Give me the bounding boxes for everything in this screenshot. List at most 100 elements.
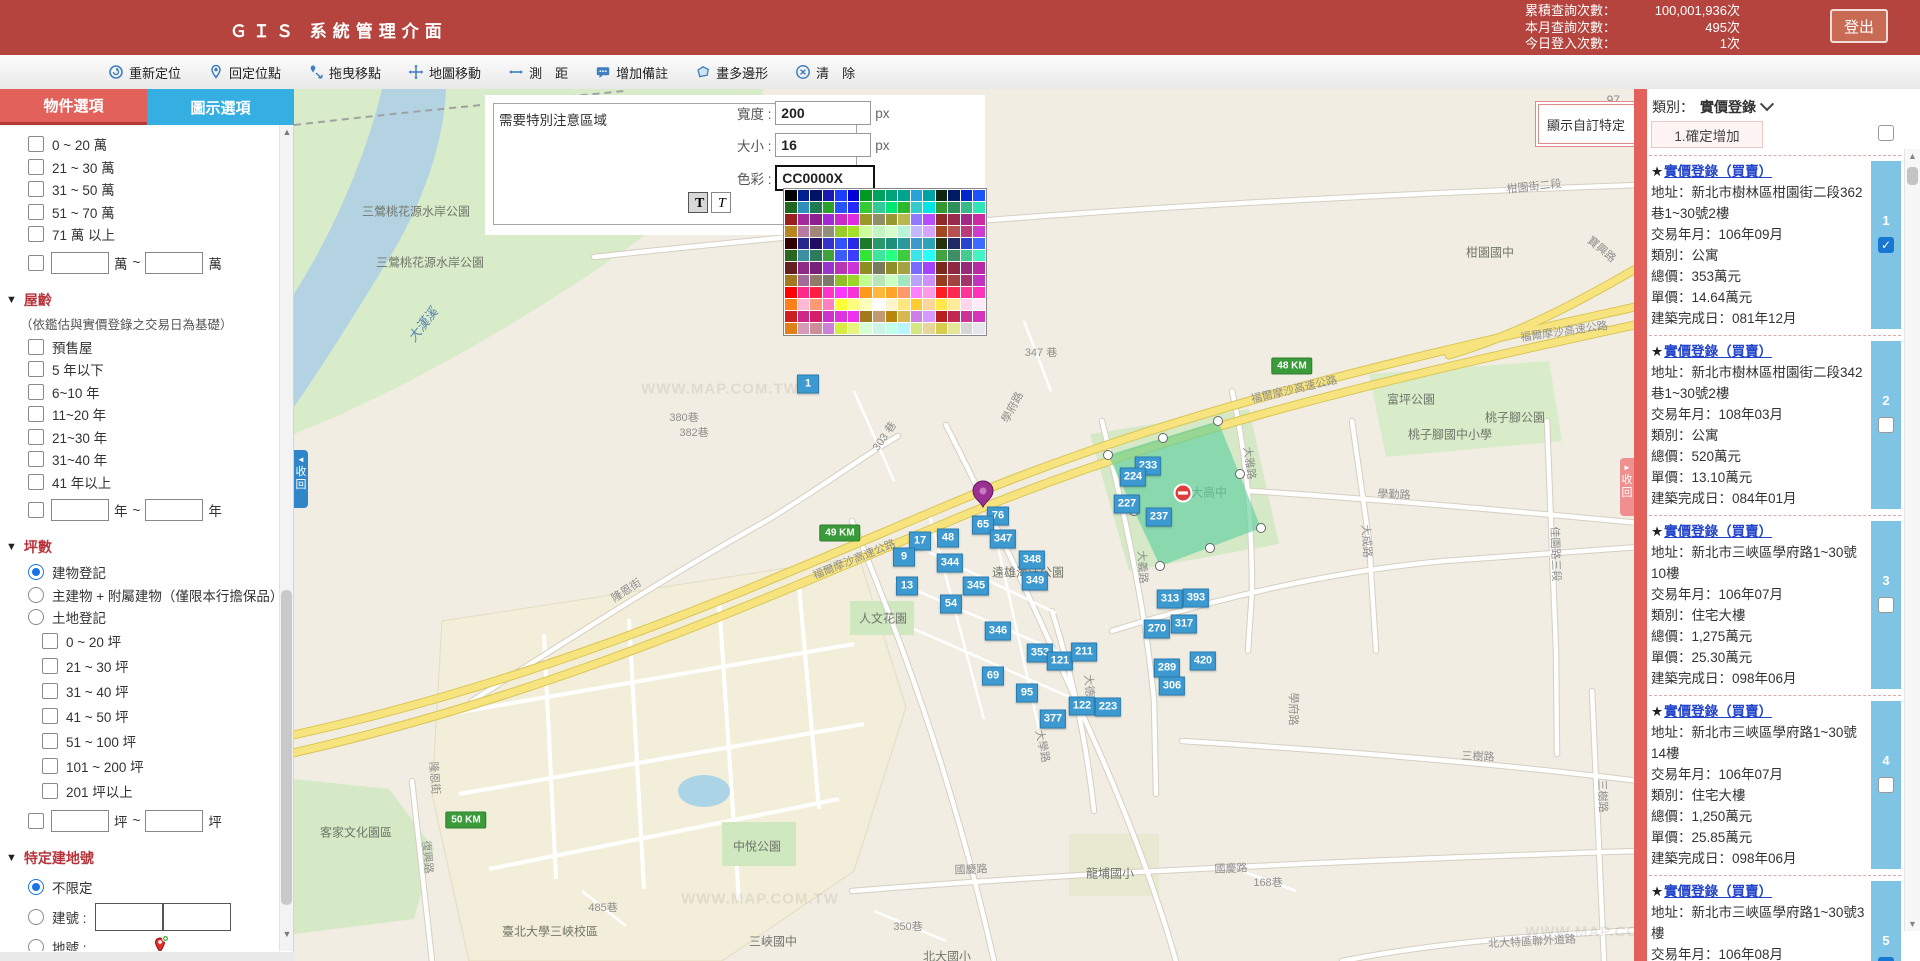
palette-color-swatch[interactable] — [810, 226, 822, 237]
palette-color-swatch[interactable] — [886, 299, 898, 310]
palette-color-swatch[interactable] — [923, 214, 935, 225]
palette-color-swatch[interactable] — [785, 190, 797, 201]
palette-color-swatch[interactable] — [936, 262, 948, 273]
palette-color-swatch[interactable] — [798, 202, 810, 213]
palette-color-swatch[interactable] — [823, 238, 835, 249]
toolbar-add-note[interactable]: 增加備註 — [595, 63, 668, 82]
map-marker-346[interactable]: 346 — [985, 622, 1011, 641]
palette-color-swatch[interactable] — [798, 275, 810, 286]
italic-button[interactable]: T — [711, 192, 731, 213]
palette-color-swatch[interactable] — [848, 323, 860, 334]
toolbar-draw-polygon[interactable]: 畫多邊形 — [695, 63, 768, 82]
palette-color-swatch[interactable] — [973, 190, 985, 201]
checkbox-area[interactable] — [42, 733, 58, 749]
palette-color-swatch[interactable] — [936, 299, 948, 310]
palette-color-swatch[interactable] — [948, 226, 960, 237]
palette-color-swatch[interactable] — [886, 202, 898, 213]
radio-area[interactable] — [28, 564, 44, 580]
map-marker-317[interactable]: 317 — [1171, 615, 1197, 634]
palette-color-swatch[interactable] — [823, 226, 835, 237]
palette-color-swatch[interactable] — [948, 250, 960, 261]
palette-color-swatch[interactable] — [785, 311, 797, 322]
range-min-input[interactable] — [51, 252, 109, 274]
listing-checkbox[interactable]: ✓ — [1878, 957, 1894, 961]
palette-color-swatch[interactable] — [848, 250, 860, 261]
landno-input[interactable] — [163, 903, 231, 931]
palette-color-swatch[interactable] — [936, 202, 948, 213]
map-marker-306[interactable]: 306 — [1159, 677, 1185, 696]
palette-color-swatch[interactable] — [873, 262, 885, 273]
palette-color-swatch[interactable] — [973, 202, 985, 213]
palette-color-swatch[interactable] — [835, 275, 847, 286]
select-all-checkbox[interactable] — [1878, 125, 1894, 141]
palette-color-swatch[interactable] — [848, 238, 860, 249]
palette-color-swatch[interactable] — [923, 311, 935, 322]
palette-color-swatch[interactable] — [860, 238, 872, 249]
polygon-handle[interactable] — [1206, 544, 1215, 553]
listing-link[interactable]: 實價登錄（買賣） — [1664, 344, 1772, 359]
palette-color-swatch[interactable] — [948, 202, 960, 213]
radio-landno[interactable] — [28, 879, 44, 895]
palette-color-swatch[interactable] — [798, 190, 810, 201]
palette-color-swatch[interactable] — [911, 202, 923, 213]
map-marker-211[interactable]: 211 — [1071, 643, 1097, 662]
palette-color-swatch[interactable] — [860, 214, 872, 225]
palette-color-swatch[interactable] — [923, 202, 935, 213]
palette-color-swatch[interactable] — [961, 287, 973, 298]
palette-color-swatch[interactable] — [923, 287, 935, 298]
palette-color-swatch[interactable] — [823, 262, 835, 273]
palette-color-swatch[interactable] — [936, 226, 948, 237]
listing-link[interactable]: 實價登錄（買賣） — [1664, 704, 1772, 719]
palette-color-swatch[interactable] — [961, 299, 973, 310]
collapse-triangle-icon[interactable]: ▼ — [6, 294, 17, 306]
palette-color-swatch[interactable] — [835, 299, 847, 310]
listing-link[interactable]: 實價登錄（買賣） — [1664, 164, 1772, 179]
palette-color-swatch[interactable] — [961, 226, 973, 237]
palette-color-swatch[interactable] — [860, 226, 872, 237]
map-marker-345[interactable]: 345 — [963, 577, 989, 596]
palette-color-swatch[interactable] — [886, 262, 898, 273]
radio-area[interactable] — [28, 609, 44, 625]
polygon-handle[interactable] — [1156, 562, 1165, 571]
map-marker-48[interactable]: 48 — [937, 529, 959, 548]
logout-button[interactable]: 登出 — [1830, 9, 1888, 43]
palette-color-swatch[interactable] — [798, 250, 810, 261]
checkbox-age-custom[interactable] — [28, 502, 44, 518]
checkbox-area-custom[interactable] — [28, 813, 44, 829]
palette-color-swatch[interactable] — [973, 214, 985, 225]
checkbox-area[interactable] — [42, 658, 58, 674]
scroll-down-icon[interactable]: ▼ — [280, 927, 294, 941]
palette-color-swatch[interactable] — [835, 238, 847, 249]
palette-color-swatch[interactable] — [911, 311, 923, 322]
palette-color-swatch[interactable] — [936, 287, 948, 298]
range-max-input[interactable] — [145, 810, 203, 832]
bold-button[interactable]: T — [688, 192, 708, 213]
palette-color-swatch[interactable] — [835, 202, 847, 213]
palette-color-swatch[interactable] — [860, 323, 872, 334]
palette-color-swatch[interactable] — [835, 226, 847, 237]
range-max-input[interactable] — [145, 252, 203, 274]
range-min-input[interactable] — [51, 499, 109, 521]
palette-color-swatch[interactable] — [798, 323, 810, 334]
palette-color-swatch[interactable] — [923, 323, 935, 334]
palette-color-swatch[interactable] — [798, 287, 810, 298]
palette-color-swatch[interactable] — [860, 262, 872, 273]
palette-color-swatch[interactable] — [785, 262, 797, 273]
palette-color-swatch[interactable] — [810, 262, 822, 273]
palette-color-swatch[interactable] — [873, 250, 885, 261]
radio-landno[interactable] — [28, 909, 44, 925]
toolbar-drag-point[interactable]: 拖曳移點 — [308, 63, 381, 82]
radio-landno[interactable] — [28, 939, 44, 952]
palette-color-swatch[interactable] — [835, 311, 847, 322]
checkbox-price[interactable] — [28, 159, 44, 175]
palette-color-swatch[interactable] — [886, 287, 898, 298]
palette-color-swatch[interactable] — [860, 190, 872, 201]
palette-color-swatch[interactable] — [923, 262, 935, 273]
palette-color-swatch[interactable] — [973, 311, 985, 322]
palette-color-swatch[interactable] — [873, 226, 885, 237]
palette-color-swatch[interactable] — [873, 311, 885, 322]
palette-color-swatch[interactable] — [936, 323, 948, 334]
listing-link[interactable]: 實價登錄（買賣） — [1664, 884, 1772, 899]
palette-color-swatch[interactable] — [798, 299, 810, 310]
palette-color-swatch[interactable] — [835, 214, 847, 225]
